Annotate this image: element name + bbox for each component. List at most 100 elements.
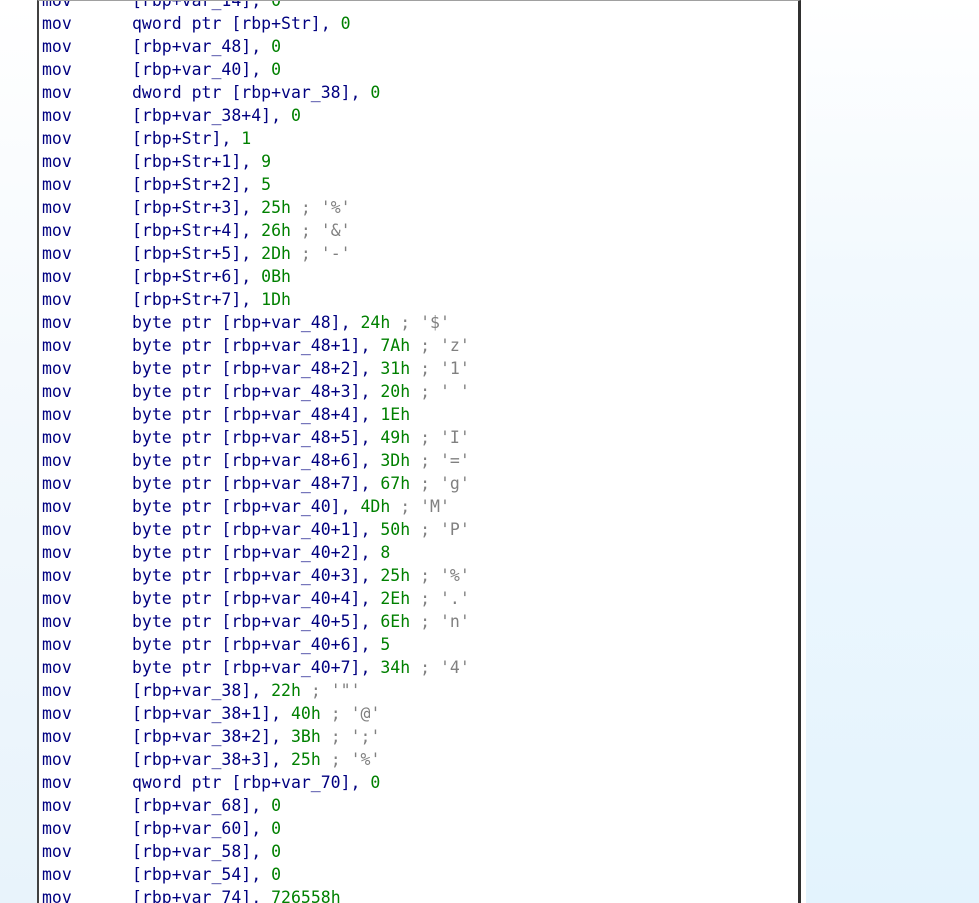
code-line[interactable]: mov [rbp+Str+4], 26h ; '&' [42, 219, 798, 242]
code-line[interactable]: mov byte ptr [rbp+var_40], 4Dh ; 'M' [42, 495, 798, 518]
mnemonic: mov [42, 497, 72, 516]
code-line[interactable]: mov [rbp+var_38], 22h ; '"' [42, 679, 798, 702]
mnemonic: mov [42, 313, 72, 332]
code-line[interactable]: mov [rbp+Str+1], 9 [42, 150, 798, 173]
mnemonic: mov [42, 221, 72, 240]
immediate-value: 50h [380, 520, 411, 539]
comment-spacer [410, 589, 420, 608]
comment: ; 'P' [420, 520, 470, 539]
right-pane [806, 0, 979, 903]
code-line[interactable]: mov dword ptr [rbp+var_38], 0 [42, 81, 798, 104]
destination-operand: [rbp+var_58] [132, 842, 252, 861]
code-line[interactable]: mov byte ptr [rbp+var_40+2], 8 [42, 541, 798, 564]
code-line[interactable]: mov [rbp+Str+2], 5 [42, 173, 798, 196]
operand-separator: , [241, 290, 262, 309]
mnemonic: mov [42, 0, 72, 10]
code-line[interactable]: mov byte ptr [rbp+var_48], 24h ; '$' [42, 311, 798, 334]
mnemonic: mov [42, 589, 72, 608]
code-line[interactable]: mov [rbp+var_48], 0 [42, 35, 798, 58]
code-line[interactable]: mov [rbp+var_68], 0 [42, 794, 798, 817]
destination-operand: byte ptr [rbp+var_48+4] [132, 405, 361, 424]
operands: [rbp+var_38], 22h ; '"' [132, 679, 361, 702]
code-line[interactable]: mov [rbp+var_38+3], 25h ; '%' [42, 748, 798, 771]
operand-separator: , [360, 451, 381, 470]
immediate-value: 8 [380, 543, 391, 562]
code-line[interactable]: mov byte ptr [rbp+var_48+4], 1Eh [42, 403, 798, 426]
code-line[interactable]: mov [rbp+var_54], 0 [42, 863, 798, 886]
code-line[interactable]: mov byte ptr [rbp+var_48+2], 31h ; '1' [42, 357, 798, 380]
code-line[interactable]: mov [rbp+Str+3], 25h ; '%' [42, 196, 798, 219]
code-line[interactable]: mov byte ptr [rbp+var_40+7], 34h ; '4' [42, 656, 798, 679]
destination-operand: [rbp+var_38+1] [132, 704, 272, 723]
immediate-value: 1 [241, 129, 252, 148]
immediate-value: 0 [271, 0, 282, 10]
code-line[interactable]: mov [rbp+var_14], 0 [42, 0, 798, 12]
comment: ; '%' [420, 566, 470, 585]
destination-operand: byte ptr [rbp+var_48] [132, 313, 341, 332]
immediate-value: 3Dh [380, 451, 411, 470]
operand-separator: , [221, 129, 242, 148]
destination-operand: byte ptr [rbp+var_40+5] [132, 612, 361, 631]
comment: ; ';' [330, 727, 381, 746]
code-line[interactable]: mov [rbp+var_58], 0 [42, 840, 798, 863]
comment: ; '&' [300, 221, 351, 240]
destination-operand: [rbp+var_54] [132, 865, 252, 884]
destination-operand: qword ptr [rbp+var_70] [132, 773, 351, 792]
code-line[interactable]: mov [rbp+Str+6], 0Bh [42, 265, 798, 288]
operands: [rbp+Str+7], 1Dh [132, 288, 291, 311]
operand-separator: , [251, 0, 272, 10]
destination-operand: byte ptr [rbp+var_40+2] [132, 543, 361, 562]
comment-spacer [291, 198, 301, 217]
code-line[interactable]: mov byte ptr [rbp+var_48+7], 67h ; 'g' [42, 472, 798, 495]
destination-operand: [rbp+Str] [132, 129, 222, 148]
code-line[interactable]: mov byte ptr [rbp+var_48+3], 20h ; ' ' [42, 380, 798, 403]
code-line[interactable]: mov byte ptr [rbp+var_40+1], 50h ; 'P' [42, 518, 798, 541]
comment-spacer [410, 382, 420, 401]
destination-operand: qword ptr [rbp+Str] [132, 14, 321, 33]
mnemonic: mov [42, 60, 72, 79]
operands: byte ptr [rbp+var_40+2], 8 [132, 541, 390, 564]
code-line[interactable]: mov [rbp+var_38+4], 0 [42, 104, 798, 127]
code-line[interactable]: mov [rbp+Str+7], 1Dh [42, 288, 798, 311]
comment-spacer [321, 704, 331, 723]
code-line[interactable]: mov [rbp+Str], 1 [42, 127, 798, 150]
code-line[interactable]: mov byte ptr [rbp+var_48+1], 7Ah ; 'z' [42, 334, 798, 357]
operand-separator: , [360, 405, 381, 424]
destination-operand: dword ptr [rbp+var_38] [132, 83, 351, 102]
code-line[interactable]: mov [rbp+var_38+1], 40h ; '@' [42, 702, 798, 725]
operands: byte ptr [rbp+var_40+4], 2Eh ; '.' [132, 587, 470, 610]
code-line[interactable]: mov [rbp+var_38+2], 3Bh ; ';' [42, 725, 798, 748]
mnemonic: mov [42, 566, 72, 585]
mnemonic: mov [42, 727, 72, 746]
comment-spacer [410, 566, 420, 585]
code-line[interactable]: mov byte ptr [rbp+var_48+5], 49h ; 'I' [42, 426, 798, 449]
code-line[interactable]: mov [rbp+Str+5], 2Dh ; '-' [42, 242, 798, 265]
code-line[interactable]: mov [rbp+var_60], 0 [42, 817, 798, 840]
code-line[interactable]: mov byte ptr [rbp+var_40+3], 25h ; '%' [42, 564, 798, 587]
mnemonic: mov [42, 37, 72, 56]
code-line[interactable]: mov qword ptr [rbp+var_70], 0 [42, 771, 798, 794]
code-line[interactable]: mov byte ptr [rbp+var_40+6], 5 [42, 633, 798, 656]
immediate-value: 49h [380, 428, 411, 447]
disassembly-listing[interactable]: mov [rbp+var_14], 0 mov qword ptr [rbp+Str]… [37, 0, 801, 903]
operands: byte ptr [rbp+var_48], 24h ; '$' [132, 311, 450, 334]
immediate-value: 5 [380, 635, 391, 654]
operands: byte ptr [rbp+var_40+3], 25h ; '%' [132, 564, 470, 587]
comment: ; ' ' [420, 382, 470, 401]
mnemonic: mov [42, 451, 72, 470]
destination-operand: byte ptr [rbp+var_40+4] [132, 589, 361, 608]
code-line[interactable]: mov byte ptr [rbp+var_40+4], 2Eh ; '.' [42, 587, 798, 610]
comment: ; '-' [300, 244, 351, 263]
code-line[interactable]: mov qword ptr [rbp+Str], 0 [42, 12, 798, 35]
destination-operand: [rbp+var_48] [132, 37, 252, 56]
comment-spacer [410, 658, 420, 677]
code-line[interactable]: mov [rbp+var_40], 0 [42, 58, 798, 81]
operands: [rbp+var_54], 0 [132, 863, 281, 886]
code-line[interactable]: mov [rbp+var_74], 726558h [42, 886, 798, 903]
code-line[interactable]: mov byte ptr [rbp+var_40+5], 6Eh ; 'n' [42, 610, 798, 633]
immediate-value: 0 [340, 14, 351, 33]
code-line[interactable]: mov byte ptr [rbp+var_48+6], 3Dh ; '=' [42, 449, 798, 472]
mnemonic: mov [42, 704, 72, 723]
operands: [rbp+Str], 1 [132, 127, 251, 150]
destination-operand: [rbp+var_38+2] [132, 727, 272, 746]
